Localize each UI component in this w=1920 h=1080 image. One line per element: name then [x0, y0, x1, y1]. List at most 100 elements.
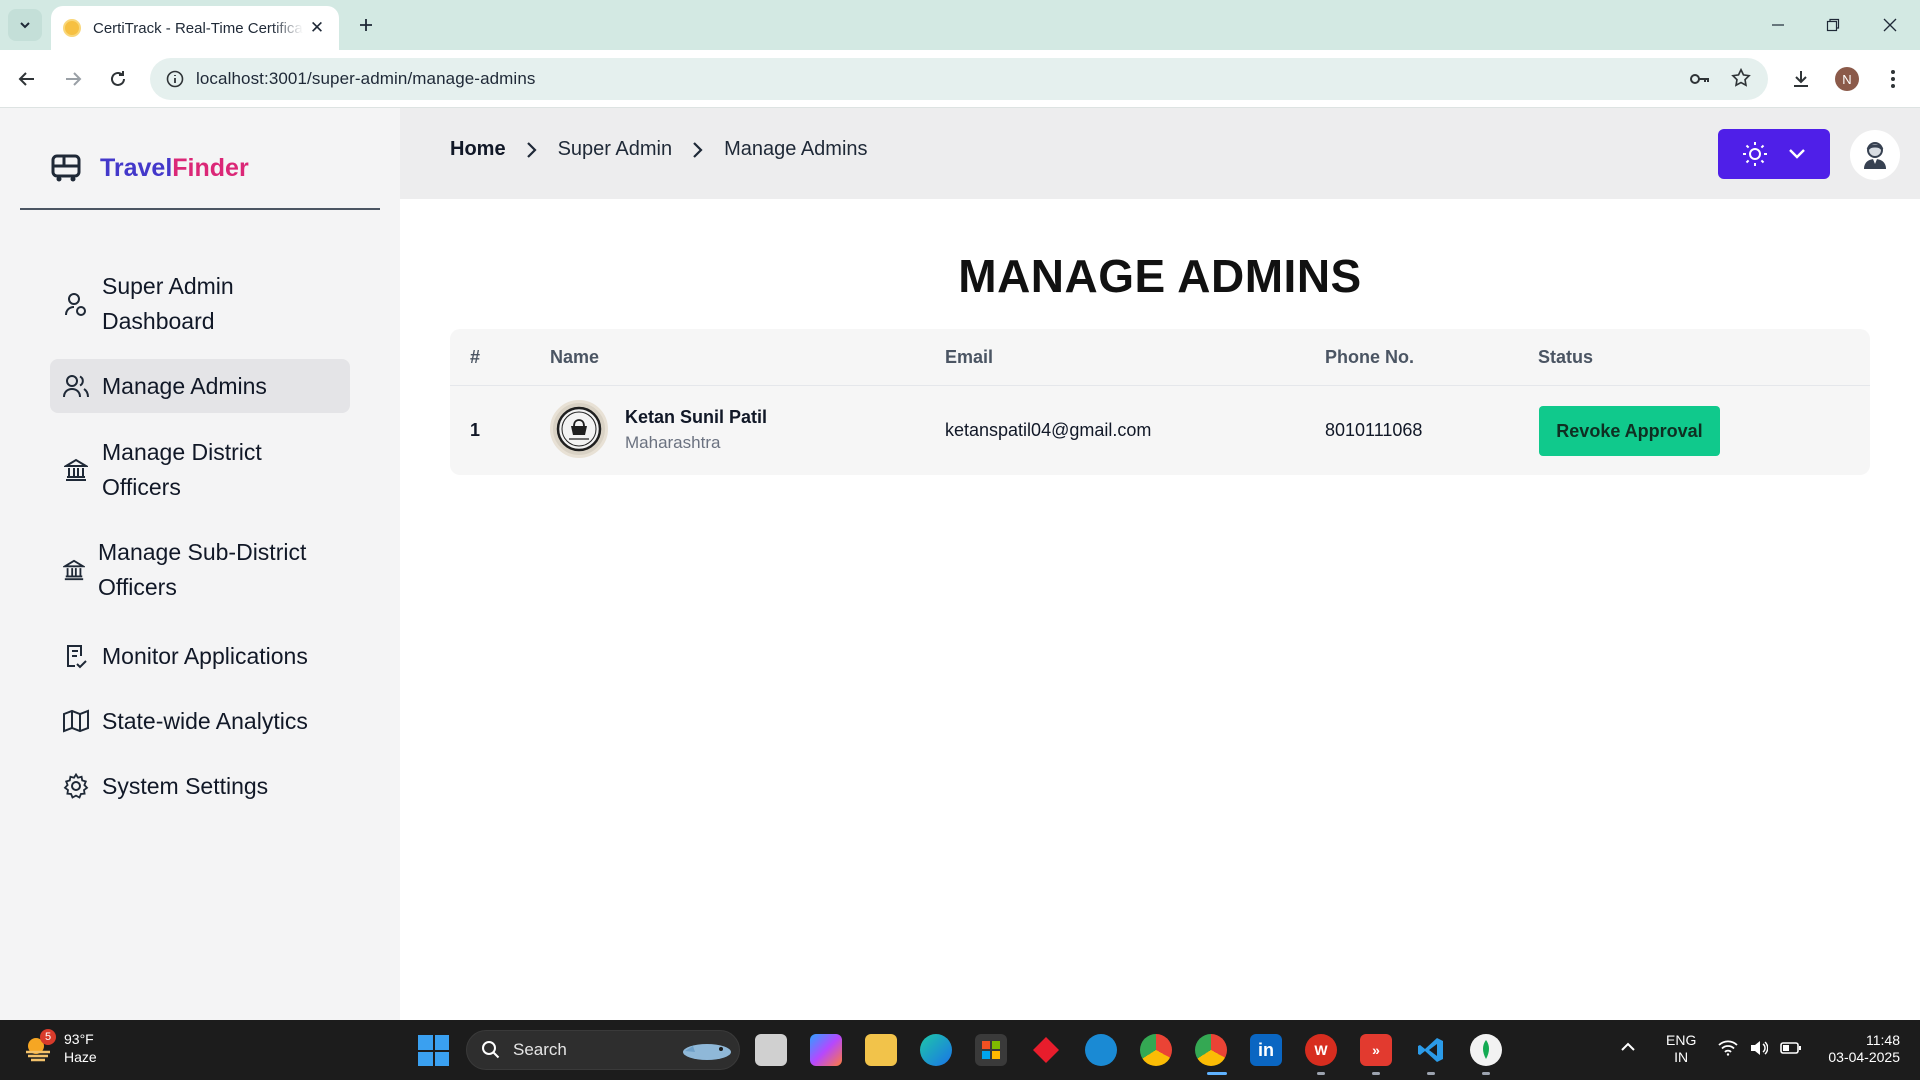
chevron-down-icon: [20, 22, 30, 29]
wps-icon[interactable]: W: [1305, 1034, 1337, 1066]
profile-avatar: N: [1835, 67, 1859, 91]
tab-title: CertiTrack - Real-Time Certificate Track…: [93, 19, 303, 37]
chevron-right-icon: [526, 141, 538, 159]
tab-search-button[interactable]: [8, 9, 42, 41]
vscode-icon[interactable]: [1415, 1034, 1447, 1066]
minimize-icon: [1772, 24, 1784, 26]
user-avatar-icon: [1864, 142, 1886, 169]
file-explorer-icon[interactable]: [865, 1034, 897, 1066]
sidebar-item-monitor-applications[interactable]: Monitor Applications: [50, 631, 350, 681]
close-icon[interactable]: ✕: [307, 18, 327, 38]
key-icon[interactable]: [1688, 67, 1712, 96]
weather-haze-icon: 5: [22, 1029, 56, 1064]
theme-toggle-button[interactable]: [1718, 129, 1830, 179]
region-code: IN: [1674, 1049, 1689, 1065]
clipboard-check-icon: [50, 643, 102, 669]
star-icon[interactable]: [1730, 67, 1752, 96]
weather-temp: 93°F: [64, 1031, 94, 1047]
copilot-icon[interactable]: [810, 1034, 842, 1066]
chevron-right-icon: [692, 141, 704, 159]
breadcrumb: Home Super Admin Manage Admins: [450, 138, 868, 161]
sidebar-item-label: Monitor Applications: [102, 642, 308, 669]
close-window-button[interactable]: [1870, 10, 1910, 40]
browser-tab-bar: CertiTrack - Real-Time Certificate Track…: [0, 0, 1920, 50]
brand-logo[interactable]: TravelFinder: [50, 153, 249, 183]
language-indicator[interactable]: ENG IN: [1666, 1032, 1696, 1066]
browser-tab-active[interactable]: CertiTrack - Real-Time Certificate Track…: [51, 6, 339, 50]
minimize-button[interactable]: [1758, 10, 1798, 40]
store-icon[interactable]: [975, 1034, 1007, 1066]
app-indicator: [1427, 1072, 1435, 1075]
edge-icon[interactable]: [920, 1034, 952, 1066]
breadcrumb-home[interactable]: Home: [450, 138, 506, 161]
reload-icon: [111, 71, 125, 86]
active-app-indicator: [1207, 1072, 1227, 1075]
breadcrumb-super-admin[interactable]: Super Admin: [558, 138, 673, 161]
app-header: Home Super Admin Manage Admins: [400, 108, 1920, 199]
url-text[interactable]: localhost:3001/super-admin/manage-admins: [196, 69, 535, 89]
bus-icon: [51, 154, 81, 182]
column-header-phone: Phone No.: [1325, 347, 1414, 367]
sidebar-item-system-settings[interactable]: System Settings: [50, 761, 350, 811]
arrow-right-icon: [66, 72, 82, 86]
restore-button[interactable]: [1813, 10, 1853, 40]
user-avatar-button[interactable]: [1850, 130, 1900, 180]
sidebar-item-manage-admins[interactable]: Manage Admins: [50, 359, 350, 413]
system-tray-icons[interactable]: [1718, 1040, 1802, 1056]
new-tab-button[interactable]: [352, 11, 380, 39]
site-info-icon[interactable]: [154, 70, 196, 88]
chrome-profile-icon[interactable]: [1195, 1034, 1227, 1066]
brand-name: TravelFinder: [100, 153, 249, 182]
sidebar-item-manage-sub-district-officers[interactable]: Manage Sub-District Officers: [50, 534, 350, 606]
linkedin-icon[interactable]: in: [1250, 1034, 1282, 1066]
search-icon: [482, 1041, 500, 1059]
sidebar-divider: [20, 208, 380, 210]
weather-desc: Haze: [64, 1049, 97, 1065]
taskbar-search-label: Search: [513, 1040, 567, 1059]
app-feather-icon[interactable]: [1085, 1034, 1117, 1066]
sidebar: TravelFinder Super Admin Dashboard Manag…: [0, 108, 400, 1080]
sidebar-item-label: Manage District Officers: [102, 439, 262, 500]
weather-badge: 5: [40, 1029, 56, 1045]
browser-menu-button[interactable]: [1878, 64, 1908, 94]
sidebar-item-state-wide-analytics[interactable]: State-wide Analytics: [50, 696, 350, 746]
app-indicator: [1317, 1072, 1325, 1075]
building-icon: [50, 457, 102, 483]
download-button[interactable]: [1786, 64, 1816, 94]
volume-icon: [1751, 1041, 1768, 1055]
forward-button[interactable]: [56, 62, 90, 96]
more-vertical-icon: [1891, 70, 1895, 88]
anydesk-icon[interactable]: »: [1360, 1034, 1392, 1066]
app-indicator: [1372, 1072, 1380, 1075]
restore-icon: [1826, 18, 1840, 32]
tray-overflow-chevron-up-icon[interactable]: [1620, 1040, 1636, 1057]
app-indicator: [1482, 1072, 1490, 1075]
table-divider: [450, 385, 1870, 386]
sidebar-item-super-admin-dashboard[interactable]: Super Admin Dashboard: [50, 268, 350, 340]
sidebar-item-manage-district-officers[interactable]: Manage District Officers: [50, 434, 350, 506]
address-bar[interactable]: localhost:3001/super-admin/manage-admins: [150, 58, 1768, 100]
task-view-icon[interactable]: [755, 1034, 787, 1066]
reload-button[interactable]: [101, 62, 135, 96]
admin-state: Maharashtra: [625, 433, 721, 452]
windows-start-button[interactable]: [418, 1035, 449, 1066]
sidebar-item-label: Manage Sub-District Officers: [98, 539, 307, 600]
sidebar-item-label: Super Admin Dashboard: [102, 273, 234, 334]
taskbar-search[interactable]: Search: [466, 1030, 740, 1070]
sun-icon: [1743, 142, 1767, 166]
revoke-approval-button[interactable]: Revoke Approval: [1539, 406, 1720, 456]
clock[interactable]: 11:48 03-04-2025: [1815, 1032, 1900, 1066]
breadcrumb-current: Manage Admins: [724, 138, 868, 160]
weather-widget[interactable]: 5 93°F Haze: [22, 1029, 97, 1066]
profile-button[interactable]: N: [1832, 64, 1862, 94]
mongodb-compass-icon[interactable]: [1470, 1034, 1502, 1066]
page-title: MANAGE ADMINS: [958, 250, 1362, 302]
chrome-icon[interactable]: [1140, 1034, 1172, 1066]
search-highlight-icon: [683, 1044, 731, 1060]
browser-toolbar: localhost:3001/super-admin/manage-admins…: [0, 50, 1920, 108]
app-diamond-icon[interactable]: [1030, 1034, 1062, 1066]
back-button[interactable]: [10, 62, 44, 96]
windows-logo-icon: [418, 1035, 433, 1050]
sidebar-item-label: Manage Admins: [102, 372, 267, 399]
close-icon: [1883, 18, 1897, 32]
